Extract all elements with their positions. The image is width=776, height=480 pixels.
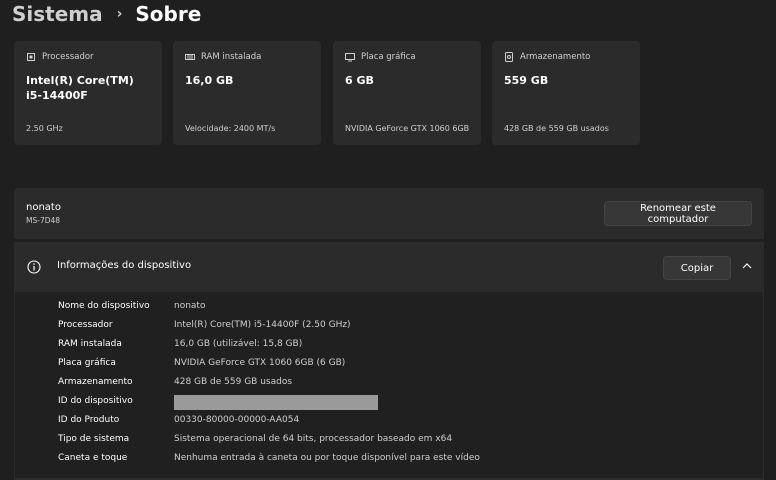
info-row-label: RAM instalada xyxy=(58,339,122,349)
breadcrumb: Sistema › Sobre xyxy=(12,0,201,28)
info-row-label: Tipo de sistema xyxy=(58,434,130,444)
info-row-value[interactable]: 00330-80000-00000-AA054 xyxy=(174,415,299,429)
info-row-device-name: Nome do dispositivo nonato xyxy=(58,301,205,315)
info-row-value[interactable]: Nenhuma entrada à caneta ou por toque di… xyxy=(174,453,480,467)
info-row-value[interactable]: 16,0 GB (utilizável: 15,8 GB) xyxy=(174,339,302,353)
spec-label: Placa gráfica xyxy=(361,52,416,62)
spec-value: 16,0 GB xyxy=(185,74,234,87)
spec-sub: NVIDIA GeForce GTX 1060 6GB xyxy=(345,124,470,133)
computer-name: nonato xyxy=(26,202,61,213)
info-row-value[interactable]: nonato xyxy=(174,301,205,315)
about-page: Sistema › Sobre Processador Intel(R) Cor… xyxy=(0,0,776,480)
info-row-label: ID do dispositivo xyxy=(58,396,133,406)
chevron-up-icon[interactable] xyxy=(742,262,752,270)
spec-card-ram: RAM instalada 16,0 GB Velocidade: 2400 M… xyxy=(173,41,321,145)
info-row-label: Processador xyxy=(58,320,113,330)
info-row-ram: RAM instalada 16,0 GB (utilizável: 15,8 … xyxy=(58,339,302,353)
info-row-label: Placa gráfica xyxy=(58,358,116,368)
copy-button[interactable]: Copiar xyxy=(663,256,731,280)
spec-value: Intel(R) Core(TM) i5-14400F xyxy=(26,74,134,102)
info-row-pen-touch: Caneta e toque Nenhuma entrada à caneta … xyxy=(58,453,480,467)
info-row-system-type: Tipo de sistema Sistema operacional de 6… xyxy=(58,434,452,448)
info-row-processor: Processador Intel(R) Core(TM) i5-14400F … xyxy=(58,320,351,334)
device-info-header[interactable]: Informações do dispositivo Copiar xyxy=(14,242,764,292)
info-row-gpu: Placa gráfica NVIDIA GeForce GTX 1060 6G… xyxy=(58,358,345,372)
info-icon xyxy=(27,260,41,274)
spec-label: Armazenamento xyxy=(520,52,591,62)
spec-sub: 428 GB de 559 GB usados xyxy=(504,124,609,133)
info-row-value[interactable]: NVIDIA GeForce GTX 1060 6GB (6 GB) xyxy=(174,358,345,372)
page-title: Sobre xyxy=(135,2,202,26)
computer-name-section: nonato MS-7D48 Renomear este computador xyxy=(14,188,764,239)
spec-label: RAM instalada xyxy=(201,52,262,62)
processor-icon xyxy=(27,53,35,61)
info-row-storage: Armazenamento 428 GB de 559 GB usados xyxy=(58,377,292,391)
device-info-details: Nome do dispositivo nonato Processador I… xyxy=(14,292,764,480)
info-row-value[interactable]: Intel(R) Core(TM) i5-14400F (2.50 GHz) xyxy=(174,320,351,334)
info-row-value[interactable]: Sistema operacional de 64 bits, processa… xyxy=(174,434,452,448)
info-row-label: ID do Produto xyxy=(58,415,120,425)
spec-value: 559 GB xyxy=(504,74,549,87)
spec-sub: Velocidade: 2400 MT/s xyxy=(185,124,276,133)
storage-icon xyxy=(505,52,513,62)
info-row-device-id: ID do dispositivo xyxy=(58,395,378,410)
spec-sub: 2.50 GHz xyxy=(26,124,63,133)
spec-card-storage: Armazenamento 559 GB 428 GB de 559 GB us… xyxy=(492,41,640,145)
info-row-label: Caneta e toque xyxy=(58,453,128,463)
gpu-icon xyxy=(345,53,355,62)
spec-value: 6 GB xyxy=(345,74,374,87)
spec-label: Processador xyxy=(42,52,94,62)
device-info-title: Informações do dispositivo xyxy=(57,260,192,271)
ram-icon xyxy=(185,54,195,60)
rename-computer-button[interactable]: Renomear este computador xyxy=(604,201,752,226)
info-row-product-id: ID do Produto 00330-80000-00000-AA054 xyxy=(58,415,299,429)
info-row-value[interactable]: 428 GB de 559 GB usados xyxy=(174,377,292,391)
info-row-label: Nome do dispositivo xyxy=(58,301,150,311)
spec-card-processor: Processador Intel(R) Core(TM) i5-14400F … xyxy=(14,41,162,145)
breadcrumb-parent[interactable]: Sistema xyxy=(12,2,103,26)
computer-model: MS-7D48 xyxy=(26,216,61,225)
info-row-label: Armazenamento xyxy=(58,377,133,387)
redacted-device-id xyxy=(174,395,378,410)
spec-card-gpu: Placa gráfica 6 GB NVIDIA GeForce GTX 10… xyxy=(333,41,481,145)
breadcrumb-separator-icon: › xyxy=(116,6,123,22)
